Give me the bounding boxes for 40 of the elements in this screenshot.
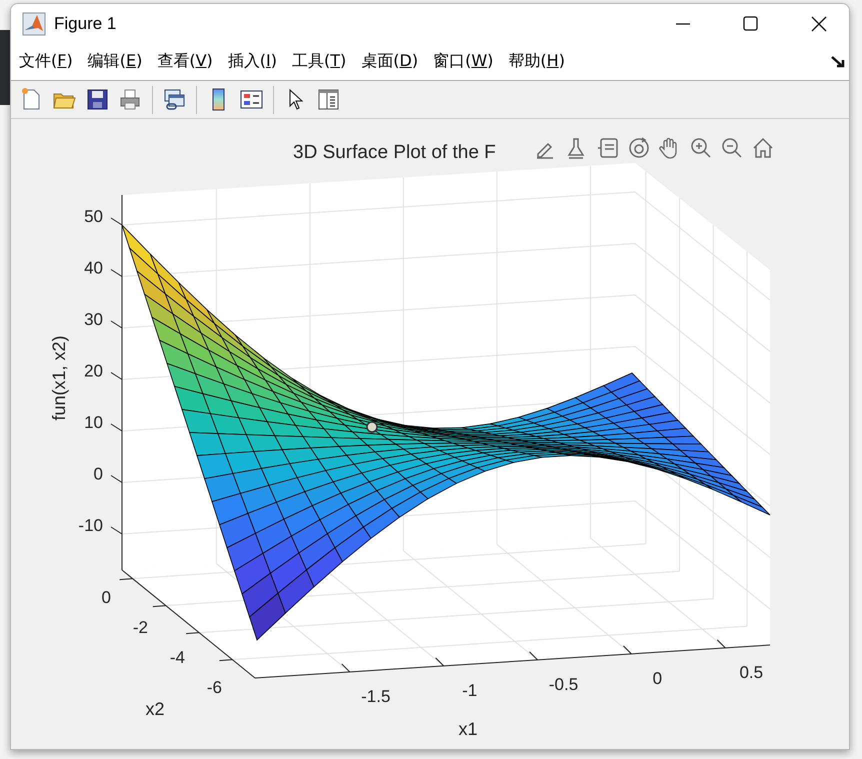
tick-label: 50 (84, 207, 103, 226)
axis-label: fun(x1, x2) (49, 335, 69, 421)
tick-label: 40 (84, 258, 103, 278)
menu-item[interactable]: 文件(F) (19, 51, 73, 72)
tick-label: 0 (652, 668, 662, 688)
tick-label: 20 (84, 362, 103, 380)
data-point-marker (366, 421, 378, 433)
rotate-icon (626, 136, 650, 160)
linked-windows-icon (162, 87, 187, 112)
zoom-out-icon (720, 136, 744, 160)
tick-label: -1 (462, 680, 478, 700)
tick-label: -10 (78, 516, 103, 535)
tick-label: -4 (170, 648, 185, 667)
tick-label: 0 (94, 464, 103, 484)
tick-label: 30 (84, 310, 103, 329)
window-title: Figure 1 (54, 14, 118, 34)
chart-title: 3D Surface Plot of the F (293, 142, 496, 163)
tick-label: -1.5 (361, 686, 390, 706)
axis-label: x2 (146, 699, 164, 719)
list-icon (596, 136, 620, 160)
tick-label: -6 (206, 678, 222, 697)
menu-item[interactable]: 帮助(H) (508, 51, 565, 72)
tick-label: -2 (132, 618, 148, 637)
menu-item[interactable]: 查看(V) (157, 51, 213, 72)
dock-arrow-icon[interactable] (831, 56, 845, 68)
menu-item[interactable]: 工具(T) (292, 51, 346, 72)
home-icon (750, 136, 774, 160)
tick-label: 0.5 (739, 662, 764, 682)
menu-item[interactable]: 桌面(D) (361, 51, 418, 72)
tick-label: -0.5 (548, 674, 578, 694)
tick-label: 10 (84, 413, 103, 432)
app-logo-icon (22, 12, 46, 36)
menu-item[interactable]: 插入(I) (228, 51, 277, 72)
property-panel-icon (316, 87, 341, 112)
menu-item[interactable]: 窗口(W) (433, 51, 494, 72)
zoom-in-icon (688, 136, 712, 160)
tick-label: 0 (102, 588, 111, 607)
axis-label: x1 (458, 719, 478, 739)
menu-item[interactable]: 编辑(E) (88, 51, 142, 72)
minimize-icon (676, 22, 690, 24)
